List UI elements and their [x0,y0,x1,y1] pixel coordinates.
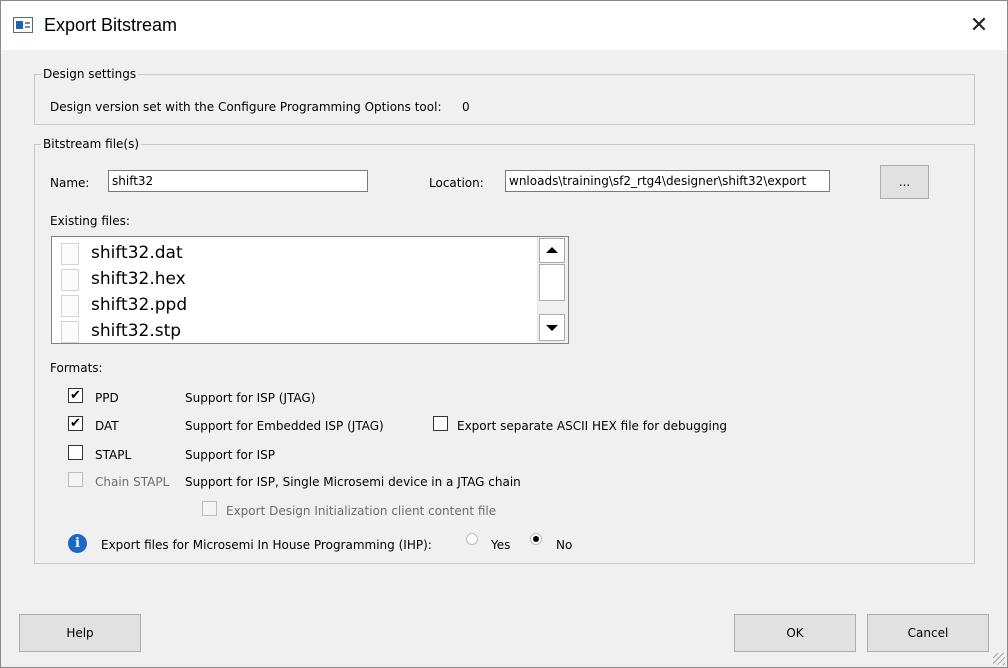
bitstream-files-legend: Bitstream file(s) [43,137,140,151]
design-version-text: Design version set with the Configure Pr… [50,100,442,114]
location-input[interactable]: wnloads\training\sf2_rtg4\designer\shift… [505,170,830,192]
scroll-up-arrow-icon [546,247,558,253]
chain-stapl-checkbox[interactable] [68,472,83,487]
name-input[interactable]: shift32 [108,170,368,192]
file-icon [61,269,79,291]
ppd-description: Support for ISP (JTAG) [185,391,316,405]
bitstream-files-group: Bitstream file(s) [34,137,975,564]
dat-label: DAT [95,419,119,433]
ihp-label: Export files for Microsemi In House Prog… [101,538,432,552]
chain-stapl-description: Support for ISP, Single Microsemi device… [185,475,521,489]
location-label: Location: [429,176,484,190]
stapl-label: STAPL [95,448,132,462]
ppd-checkbox[interactable]: ✔ [68,388,83,403]
stapl-checkbox[interactable] [68,445,83,460]
ihp-yes-radio[interactable] [466,533,478,545]
ihp-no-radio[interactable] [530,533,542,545]
stapl-description: Support for ISP [185,448,275,462]
design-settings-legend: Design settings [43,67,137,81]
scroll-thumb[interactable] [539,264,565,301]
scroll-up-button[interactable] [539,238,565,263]
name-label: Name: [50,176,90,190]
file-icon [61,295,79,317]
chain-stapl-label: Chain STAPL [95,475,170,489]
close-icon: ✕ [969,13,989,38]
info-icon: i [68,534,87,553]
ihp-no-label: No [556,538,573,552]
help-button[interactable]: Help [19,614,141,652]
close-button[interactable]: ✕ [961,11,997,41]
file-name: shift32.stp [91,321,182,341]
file-icon [61,321,79,343]
window-title: Export Bitstream [44,15,178,35]
list-scrollbar[interactable] [537,237,568,343]
file-name: shift32.hex [91,269,186,289]
checkmark-icon: ✔ [70,416,81,431]
app-icon [13,17,33,33]
hex-debug-checkbox[interactable] [433,416,448,431]
dat-description: Support for Embedded ISP (JTAG) [185,419,384,433]
browse-button[interactable]: ... [880,165,929,199]
ok-button[interactable]: OK [734,614,856,652]
title-bar: Export Bitstream ✕ [1,1,1007,50]
formats-label: Formats: [50,361,103,375]
cancel-button[interactable]: Cancel [867,614,989,652]
checkmark-icon: ✔ [70,388,81,403]
scroll-down-button[interactable] [539,314,565,341]
scroll-down-arrow-icon [546,325,558,331]
ppd-label: PPD [95,391,119,405]
ihp-yes-label: Yes [491,538,511,552]
file-name: shift32.ppd [91,295,188,315]
design-init-checkbox[interactable] [202,501,217,516]
export-bitstream-dialog: Export Bitstream ✕ Design settings Desig… [0,0,1008,668]
design-settings-group: Design settings [34,67,975,125]
existing-files-label: Existing files: [50,214,130,228]
dat-checkbox[interactable]: ✔ [68,416,83,431]
design-version-value: 0 [462,100,470,114]
file-name: shift32.dat [91,243,183,263]
existing-files-list[interactable]: shift32.dat shift32.hex shift32.ppd shif… [51,236,569,344]
hex-debug-label: Export separate ASCII HEX file for debug… [457,419,728,433]
design-init-label: Export Design Initialization client cont… [226,504,497,518]
resize-grip-icon[interactable] [993,653,1005,665]
file-icon [61,243,79,265]
